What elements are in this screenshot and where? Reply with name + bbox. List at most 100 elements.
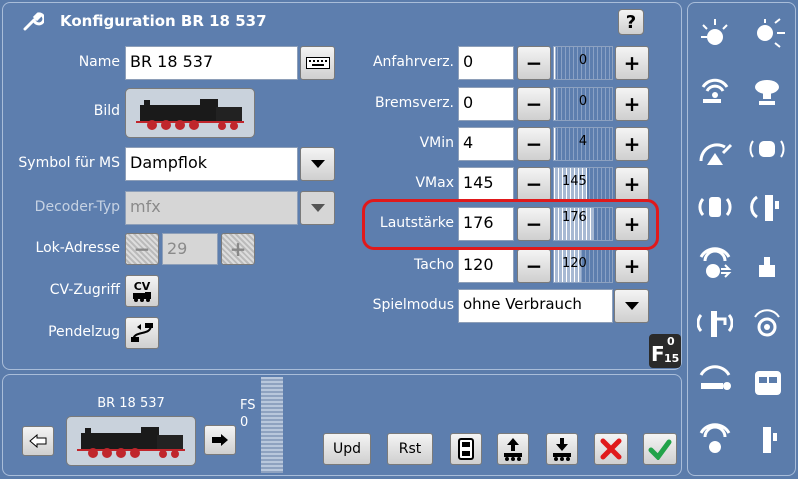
param-label: Tacho — [414, 257, 454, 273]
symbol-select[interactable]: Dampflok — [125, 147, 298, 181]
param-plus-button[interactable]: + — [615, 249, 649, 283]
update-button[interactable]: Upd — [323, 433, 371, 465]
ok-button[interactable] — [643, 433, 677, 465]
whistle-icon[interactable] — [746, 70, 788, 112]
keyboard-button[interactable] — [300, 46, 335, 80]
param-value-input[interactable]: 4 — [458, 127, 514, 161]
reset-button[interactable]: Rst — [387, 433, 433, 465]
station-icon[interactable] — [746, 360, 788, 402]
param-slider[interactable]: 0 — [553, 87, 613, 121]
arrow-left-icon — [29, 434, 47, 448]
horn-icon[interactable] — [694, 418, 736, 460]
function-f0-f15-button[interactable]: F 0 15 — [649, 334, 681, 368]
pendel-label: Pendelzug — [48, 324, 120, 340]
param-slider[interactable]: 4 — [553, 127, 613, 161]
fs-label: FS — [240, 398, 256, 413]
cab-light-icon[interactable] — [746, 12, 788, 54]
param-plus-button[interactable]: + — [615, 127, 649, 161]
smoke-icon[interactable] — [694, 70, 736, 112]
param-plus-button[interactable]: + — [615, 46, 649, 80]
injector-icon[interactable] — [694, 302, 736, 344]
param-label: VMax — [415, 175, 454, 191]
decoder-read-button[interactable] — [450, 433, 482, 465]
f-top-number: 0 — [667, 335, 675, 348]
adresse-label: Lok-Adresse — [35, 240, 120, 256]
door2-icon[interactable] — [746, 418, 788, 460]
loco-upload-button[interactable] — [497, 433, 529, 465]
coupler-sound-icon[interactable] — [694, 186, 736, 228]
param-slider-value: 0 — [578, 94, 588, 109]
spielmodus-dropdown-button[interactable] — [614, 289, 649, 323]
bell-icon[interactable] — [746, 302, 788, 344]
param-slider[interactable]: 0 — [553, 46, 613, 80]
param-slider-value: 0 — [578, 53, 588, 68]
param-value-input[interactable]: 0 — [458, 46, 514, 80]
loco-image-button[interactable] — [125, 88, 255, 138]
spielmodus-select[interactable]: ohne Verbrauch — [458, 289, 613, 323]
keyboard-icon — [305, 57, 330, 69]
param-plus-button[interactable]: + — [615, 87, 649, 121]
pendelzug-button[interactable] — [125, 317, 159, 349]
param-slider[interactable]: 120 — [553, 249, 613, 283]
param-value-input[interactable]: 120 — [458, 249, 514, 283]
door-icon[interactable] — [746, 186, 788, 228]
previous-loco-button[interactable] — [22, 426, 54, 456]
wrench-icon — [22, 10, 44, 32]
f-bottom-number: 15 — [664, 352, 680, 365]
param-minus-button[interactable]: − — [517, 249, 551, 283]
chevron-down-icon — [310, 204, 325, 212]
param-label: Anfahrverz. — [372, 54, 454, 70]
window-title: Konfiguration BR 18 537 — [60, 12, 267, 30]
cv-label: CV-Zugriff — [49, 282, 120, 298]
cv-access-button[interactable]: CV — [125, 275, 159, 307]
symbol-label: Symbol für MS — [18, 155, 120, 171]
param-value-input[interactable]: 145 — [458, 167, 514, 201]
fs-value: 0 — [240, 415, 249, 430]
decoder-icon — [458, 438, 474, 460]
param-slider-value: 145 — [562, 174, 587, 189]
weight-icon[interactable] — [746, 244, 788, 286]
upload-loco-icon — [501, 437, 525, 461]
help-button[interactable]: ? — [618, 9, 644, 35]
param-slider-value: 4 — [578, 134, 588, 149]
highlight-frame — [362, 199, 659, 250]
f-letter: F — [651, 342, 665, 366]
param-plus-button[interactable]: + — [615, 167, 649, 201]
loco-download-button[interactable] — [546, 433, 578, 465]
param-minus-button[interactable]: − — [517, 127, 551, 161]
cancel-button[interactable] — [594, 433, 628, 465]
shuttle-train-icon — [129, 321, 155, 345]
address-plus-button: + — [221, 233, 255, 265]
name-input[interactable]: BR 18 537 — [125, 46, 298, 80]
arrow-right-icon — [211, 433, 229, 447]
light-icon[interactable] — [694, 12, 736, 54]
coal-shovel-icon[interactable] — [694, 128, 736, 170]
next-loco-button[interactable] — [204, 425, 236, 455]
loco-thumbnail[interactable] — [66, 416, 196, 466]
symbol-dropdown-button[interactable] — [300, 147, 335, 181]
param-label: VMin — [419, 135, 454, 151]
decoder-label: Decoder-Typ — [34, 199, 120, 215]
locomotive-icon — [131, 291, 153, 302]
download-loco-icon — [550, 437, 574, 461]
param-slider[interactable]: 145 — [553, 167, 613, 201]
wind-icon[interactable] — [694, 244, 736, 286]
param-minus-button[interactable]: − — [517, 167, 551, 201]
decoder-select: mfx — [125, 191, 298, 225]
address-minus-button: − — [125, 233, 159, 265]
loco-name: BR 18 537 — [97, 396, 165, 411]
check-icon — [648, 438, 672, 460]
param-minus-button[interactable]: − — [517, 87, 551, 121]
chevron-down-icon — [624, 302, 639, 310]
close-icon — [600, 438, 622, 460]
param-label: Bremsverz. — [374, 95, 454, 111]
steam-icon[interactable] — [694, 360, 736, 402]
speed-bar — [261, 377, 283, 473]
config-window: Konfiguration BR 18 537 ? Name BR 18 537… — [0, 0, 798, 479]
brake-sound-icon[interactable] — [746, 128, 788, 170]
param-slider-value: 120 — [562, 256, 587, 271]
param-minus-button[interactable]: − — [517, 46, 551, 80]
address-input: 29 — [162, 233, 218, 265]
param-value-input[interactable]: 0 — [458, 87, 514, 121]
steam-locomotive-icon — [130, 93, 250, 133]
